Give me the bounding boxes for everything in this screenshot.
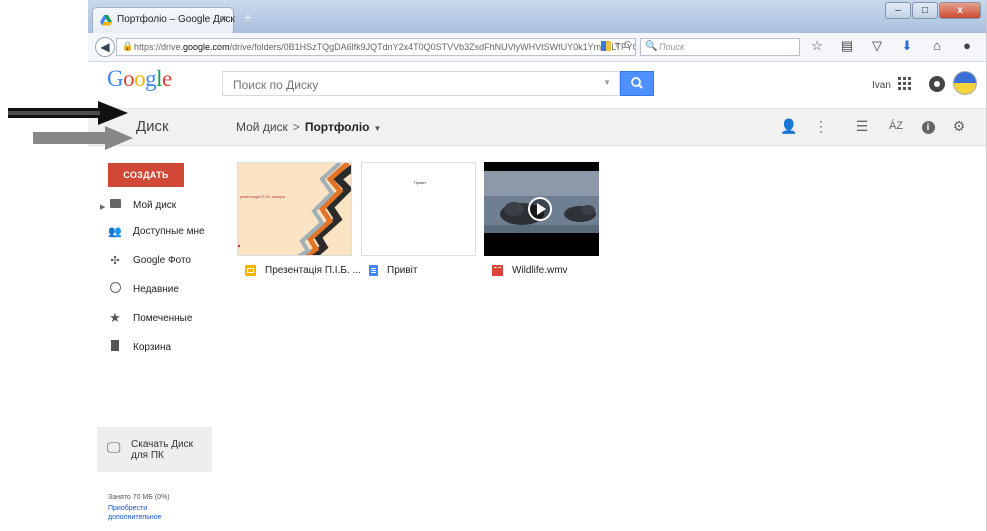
sidebar-item-label: Корзина	[133, 341, 172, 353]
file-name: Wildlife.wmv	[512, 264, 568, 276]
download-desktop-label: Скачать Диск для ПК	[131, 439, 194, 461]
search-button[interactable]	[620, 71, 654, 96]
file-name: Привіт	[387, 264, 418, 276]
sidebar-item-shared[interactable]: 👥 Доступные мне	[100, 220, 210, 242]
info-icon[interactable]: i	[919, 117, 937, 134]
sort-az-icon[interactable]: ÁZ	[887, 120, 905, 132]
address-bar[interactable]: 🔒 https://drive.google.com/drive/folders…	[116, 38, 636, 56]
file-card-video[interactable]: Wildlife.wmv	[484, 162, 599, 287]
sidebar-item-my-drive[interactable]: Мой диск	[100, 194, 210, 216]
quota-text: Занято 70 МБ (0%)	[108, 494, 170, 501]
shared-people-icon: 👥	[108, 225, 122, 238]
file-name: Презентація П.І.Б. ...	[265, 264, 361, 276]
bookmark-star-icon[interactable]: ☆	[808, 38, 826, 54]
create-button[interactable]: СОЗДАТЬ	[108, 163, 184, 187]
sidebar-item-recent[interactable]: Недавние	[100, 278, 210, 300]
file-card-document[interactable]: Привіт Привіт	[361, 162, 476, 287]
breadcrumb-root[interactable]: Мой диск	[236, 120, 288, 134]
search-engine-icon: 🔍	[645, 41, 658, 52]
file-name-row[interactable]: Wildlife.wmv	[484, 260, 599, 280]
drive-search-input[interactable]	[231, 73, 605, 96]
share-add-person-icon[interactable]: 👤	[780, 118, 798, 135]
annotation-arrow-gray	[33, 126, 133, 150]
pocket-icon[interactable]: ▽	[868, 38, 886, 54]
drive-search-box[interactable]: ▼	[222, 71, 620, 96]
clock-icon	[108, 282, 122, 296]
breadcrumb-current[interactable]: Портфоліо	[305, 120, 370, 134]
address-tools: ▿ C	[600, 40, 631, 51]
star-icon: ★	[109, 310, 121, 325]
download-desktop-drive[interactable]: 🖵 Скачать Диск для ПК	[97, 427, 212, 472]
file-thumbnail[interactable]: резентація П.І.Б. автора	[237, 162, 352, 256]
drive-favicon-icon	[100, 15, 112, 26]
breadcrumb-separator: >	[292, 120, 300, 134]
folder-menu-chevron-down-icon[interactable]: ▼	[373, 124, 381, 133]
file-name-row[interactable]: Привіт	[361, 260, 476, 280]
tab-title: Портфоліо – Google Диск	[117, 14, 235, 25]
maximize-button[interactable]: □	[912, 2, 938, 19]
zigzag-decoration	[238, 163, 351, 255]
apps-grid-icon[interactable]	[898, 77, 911, 90]
more-actions-icon[interactable]: ⋮	[812, 118, 830, 135]
close-window-button[interactable]: x	[939, 2, 981, 19]
storage-quota: Занято 70 МБ (0%) Приобрести дополнитель…	[108, 493, 188, 522]
sidebar-item-photos[interactable]: ✣ Google Фото	[100, 249, 210, 271]
file-thumbnail[interactable]	[484, 162, 599, 256]
breadcrumb: Мой диск > Портфоліо ▼	[236, 120, 381, 134]
file-card-presentation[interactable]: резентація П.І.Б. автора Презентація П.І…	[237, 162, 361, 287]
browser-search-placeholder: Поиск	[659, 42, 685, 52]
monitor-icon: 🖵	[107, 439, 121, 455]
video-thumbnail	[484, 162, 599, 256]
url-text: https://drive.google.com/drive/folders/0…	[134, 42, 636, 52]
notifications-icon[interactable]	[929, 76, 945, 92]
user-name[interactable]: Ivan	[872, 80, 891, 91]
sidebar-item-trash[interactable]: Корзина	[100, 336, 210, 358]
search-options-icon[interactable]: ▼	[603, 78, 611, 87]
sidebar-item-label: Помеченные	[133, 312, 193, 324]
sidebar-item-label: Недавние	[133, 283, 179, 295]
sidebar-item-label: Мой диск	[133, 199, 177, 211]
dropdown-icon[interactable]: ▿	[615, 40, 620, 51]
buy-storage-link[interactable]: Приобрести дополнительное	[108, 504, 188, 522]
thumbnail-text: Привіт	[414, 180, 427, 185]
home-icon[interactable]: ⌂	[928, 38, 946, 54]
browser-toolbar-buttons: ☆ ▤ ▽ ⬇ ⌂ ● ✚ ≡	[808, 38, 987, 54]
file-name-row[interactable]: Презентація П.І.Б. ...	[237, 260, 361, 280]
annotation-arrow-black	[8, 101, 128, 125]
search-icon	[631, 77, 643, 89]
tab-close-icon[interactable]: ×	[221, 13, 227, 25]
download-icon[interactable]: ⬇	[898, 38, 916, 54]
drive-folder-icon	[108, 199, 122, 211]
lock-icon: 🔒	[122, 41, 134, 51]
sidebar-item-starred[interactable]: ★ Помеченные	[100, 307, 210, 329]
google-logo[interactable]: Google	[107, 66, 172, 92]
file-thumbnail[interactable]: Привіт	[361, 162, 476, 256]
avatar[interactable]	[953, 71, 977, 95]
sidebar-item-label: Доступные мне	[133, 225, 205, 237]
new-tab-button[interactable]: +	[240, 9, 256, 25]
video-file-icon	[492, 264, 503, 276]
reload-icon[interactable]: C	[624, 40, 631, 51]
drive-app-title: Диск	[136, 118, 169, 135]
browser-search-bar[interactable]: 🔍 Поиск	[640, 38, 800, 56]
chat-icon[interactable]: ●	[958, 38, 976, 54]
browser-tab[interactable]: Портфоліо – Google Диск ×	[92, 7, 235, 33]
sidebar-item-label: Google Фото	[133, 254, 191, 266]
bookmarks-menu-icon[interactable]: ▤	[838, 38, 856, 54]
trash-icon	[108, 340, 122, 354]
back-button[interactable]: ◀	[95, 37, 115, 57]
minimize-button[interactable]: –	[885, 2, 911, 19]
addon-icon[interactable]	[600, 40, 611, 51]
window-controls: – □ x	[885, 2, 981, 20]
slides-icon	[245, 264, 256, 276]
docs-icon	[369, 264, 378, 276]
list-view-icon[interactable]: ☰	[853, 118, 871, 135]
settings-gear-icon[interactable]: ⚙	[950, 118, 968, 135]
photos-pinwheel-icon: ✣	[110, 254, 120, 267]
